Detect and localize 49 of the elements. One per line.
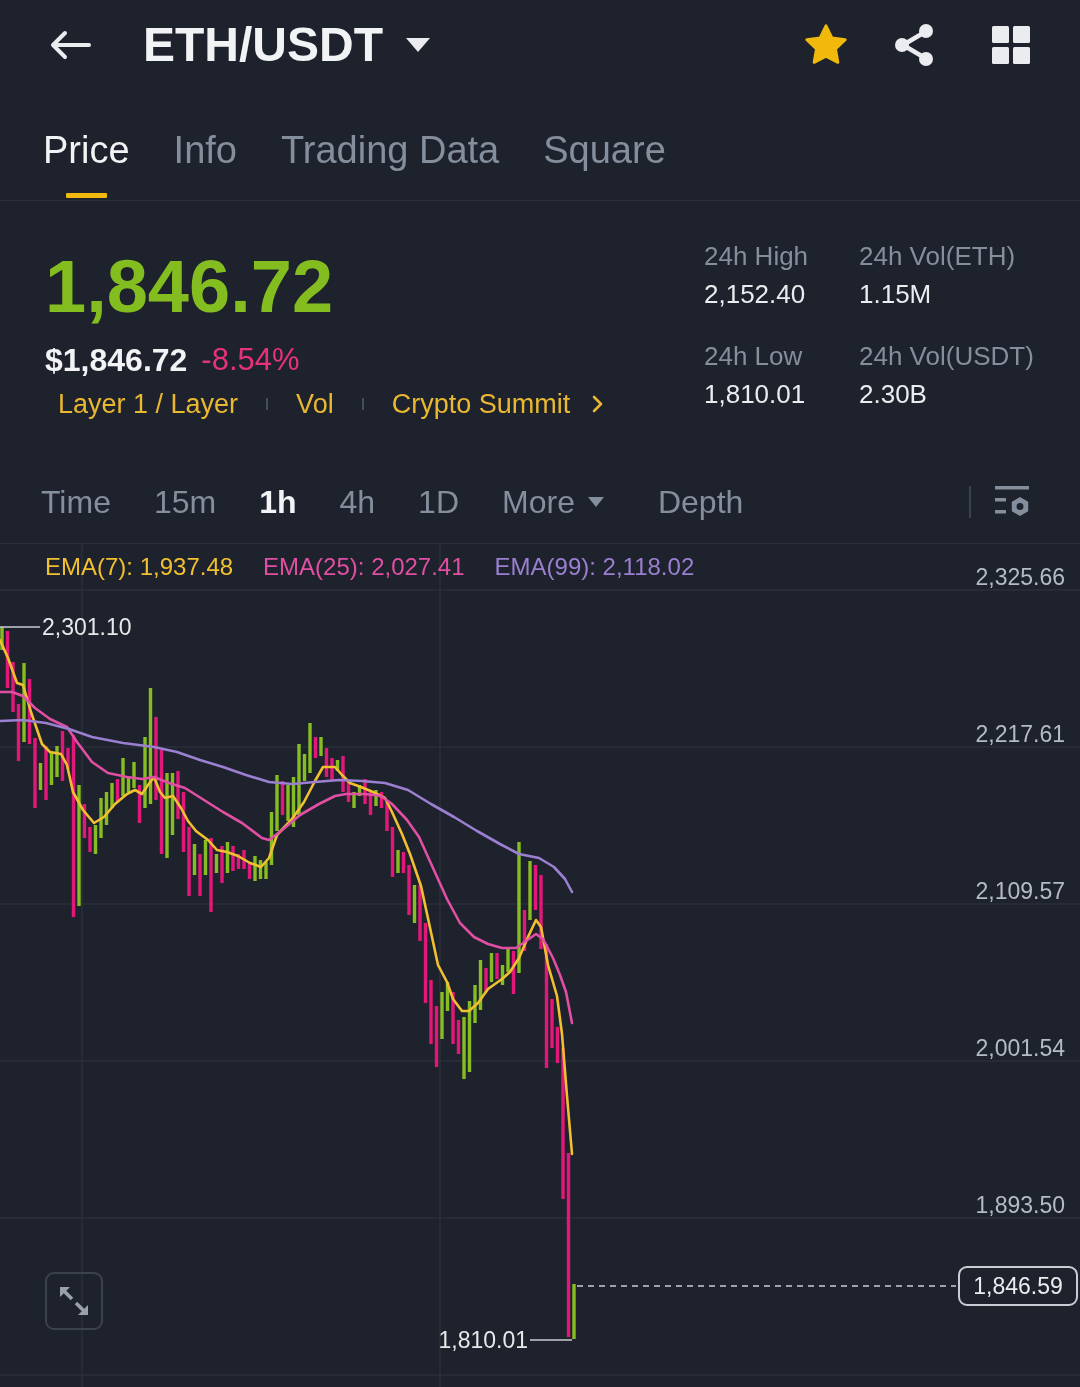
interval-tab[interactable]: 15m [153,481,217,522]
high-price-label: 2,301.10 [42,613,132,641]
high-marker-line [0,626,41,628]
last-price: 1,846.72 [45,247,335,327]
stat-value: 1,810.01 [704,378,807,411]
interval-tab[interactable]: 4h [339,481,376,522]
tag-link[interactable]: Vol [296,386,334,422]
indicator-label: EMA(99): 2,118.02 [494,553,695,581]
caret-icon [586,495,605,508]
star-icon[interactable] [804,24,848,66]
stat-label: 24h High [704,240,810,273]
more-dropdown[interactable]: More [502,481,605,522]
price-axis-label: 2,001.54 [975,1034,1065,1062]
interval-tab[interactable]: 1h [259,481,297,522]
indicator-label: EMA(7): 1,937.48 [45,553,234,581]
usd-price: $1,846.72 [45,341,188,380]
chevron-icon[interactable] [592,395,604,413]
stat-label: 24h Vol(ETH) [859,240,1017,273]
interval-tab[interactable]: Depth [657,481,744,522]
back-arrow-icon[interactable] [48,29,92,61]
pair-selector[interactable]: ETH/USDT [143,17,431,73]
interval-tab[interactable]: Time [41,481,111,522]
stat-label: 24h Low [704,340,804,373]
fullscreen-button[interactable] [45,1272,103,1330]
stat-value: 2.30B [859,378,928,411]
tab[interactable]: Info [173,128,237,198]
tab[interactable]: Square [543,128,666,198]
price-axis-label: 1,893.50 [975,1191,1065,1219]
grid-icon[interactable] [992,26,1030,64]
stat-label: 24h Vol(USDT) [859,340,1034,373]
indicator-label: EMA(25): 2,027.41 [263,553,465,581]
tag-link[interactable]: Crypto Summit [391,386,571,422]
share-icon[interactable] [893,23,935,67]
low-marker-line [529,1339,573,1341]
price-axis-label: 2,217.61 [975,720,1065,748]
stat-value: 1.15M [859,278,933,311]
chart-settings-icon[interactable] [994,484,1030,519]
tab[interactable]: Trading Data [280,128,500,198]
price-axis-label: 2,109.57 [975,877,1065,905]
interval-tab[interactable]: 1D [418,481,459,522]
price-axis-label: 2,325.66 [975,563,1065,591]
low-price-label: 1,810.01 [438,1326,528,1354]
caret-icon [405,37,431,53]
tab[interactable]: Price [43,128,130,198]
tag-link[interactable]: Layer 1 / Layer [58,386,239,422]
stat-value: 2,152.40 [704,278,807,311]
last-price-tag: 1,846.59 [958,1266,1078,1306]
price-change: -8.54% [201,341,300,379]
expand-icon [59,1286,89,1316]
